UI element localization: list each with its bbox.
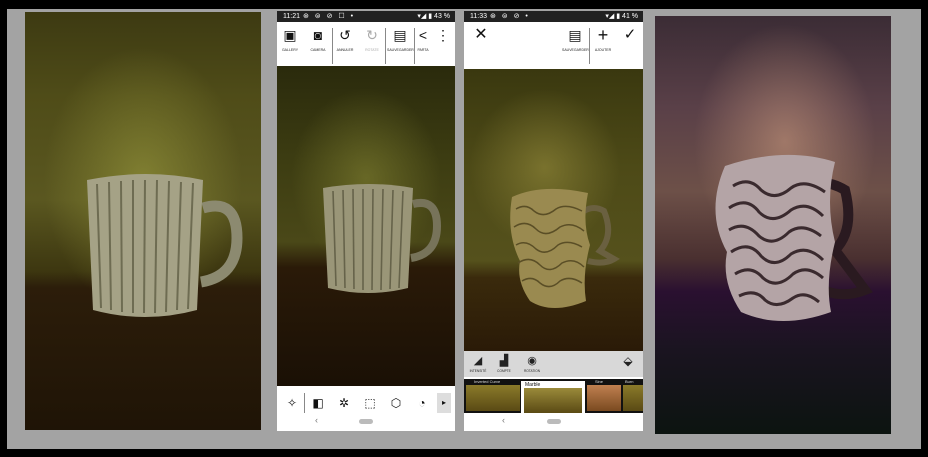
- scroll-right-button[interactable]: ▸: [437, 393, 451, 415]
- undo-icon: ↺: [339, 27, 351, 43]
- distorted-mug-image: [715, 154, 873, 321]
- back-icon[interactable]: ‹: [502, 415, 505, 425]
- status-bar: 11:33 ⊛ ⊜ ⊘ • ▾◢ ▮ 41 %: [464, 11, 643, 22]
- phone-effect-editor: 11:33 ⊛ ⊜ ⊘ • ▾◢ ▮ 41 % ✕ ▤ SAUVEGARDER +…: [464, 11, 643, 431]
- count-control[interactable]: ▟ COMPTE: [492, 353, 516, 373]
- camera-button[interactable]: ◙ CAMERA: [305, 22, 331, 66]
- phone-editor-main: 11:21 ⊛ ⊜ ⊘ ☐ • ▾◢ ▮ 43 % ▣ GALLERY ◙ CAME…: [277, 11, 455, 431]
- cube-icon: ⬡: [390, 396, 402, 410]
- battery-indicator: ▾◢ ▮ 41 %: [605, 13, 638, 20]
- check-icon: ✓: [623, 26, 637, 43]
- redo-icon: ↻: [366, 27, 378, 43]
- effect-thumb[interactable]: Inverted Curve: [466, 379, 520, 411]
- status-time: 11:33: [470, 13, 487, 20]
- status-bar: 11:21 ⊛ ⊜ ⊘ ☐ • ▾◢ ▮ 43 %: [277, 11, 455, 22]
- save-icon: ▤: [393, 27, 407, 43]
- top-toolbar: ▣ GALLERY ◙ CAMERA ↺ ANNULER ↻ ROTATE ▤ SAUVE…: [277, 22, 455, 66]
- status-icons: ⊛ ⊜ ⊘ ☐ •: [303, 13, 356, 20]
- gallery-button[interactable]: ▣ GALLERY: [277, 22, 303, 66]
- android-nav-bar: ‹: [277, 413, 455, 431]
- aperture-icon: ✲: [338, 396, 350, 410]
- mug-image: [87, 174, 243, 317]
- add-button[interactable]: + AJOUTER: [590, 22, 616, 66]
- intensity-icon: ◢: [473, 355, 483, 367]
- edited-photo: [277, 66, 455, 386]
- home-pill[interactable]: [546, 419, 561, 424]
- save-button[interactable]: ▤ SAUVEGARDER: [562, 22, 589, 66]
- camera-icon: ◙: [313, 27, 323, 43]
- toolbar-divider: [385, 28, 386, 64]
- apply-button[interactable]: ✓: [617, 22, 643, 66]
- save-button[interactable]: ▤ SAUVEGARDER: [387, 22, 414, 66]
- battery-indicator: ▾◢ ▮ 43 %: [417, 13, 450, 20]
- top-toolbar: ✕ ▤ SAUVEGARDER + AJOUTER ✓: [464, 22, 643, 66]
- back-icon[interactable]: ‹: [315, 415, 318, 425]
- status-time: 11:21: [283, 13, 300, 20]
- distorted-mug-image: [510, 188, 620, 308]
- mirror-icon: ◧: [312, 396, 324, 410]
- final-result-photo: [655, 16, 891, 434]
- plus-icon: +: [597, 25, 609, 45]
- effect-thumb-selected[interactable]: Marble: [521, 381, 585, 417]
- status-icons: ⊛ ⊜ ⊘ •: [490, 13, 530, 20]
- magic-wand-icon: ✧: [286, 396, 298, 410]
- effect-controls: ◢ INTENSITÉ ▟ COMPTE ◉ ROTATION ⬙: [464, 351, 643, 377]
- dice-icon: ⬙: [623, 354, 633, 368]
- original-photo: [25, 12, 261, 430]
- rotation-icon: ◉: [527, 355, 537, 367]
- close-icon: ✕: [474, 26, 488, 43]
- distortion-icon: ⬚: [364, 396, 376, 410]
- intensity-control[interactable]: ◢ INTENSITÉ: [466, 353, 490, 373]
- home-pill[interactable]: [359, 419, 373, 424]
- randomize-button[interactable]: ⬙: [616, 353, 640, 369]
- share-icon: <: [418, 27, 428, 43]
- rotation-control[interactable]: ◉ ROTATION: [520, 353, 544, 373]
- share-button[interactable]: < PARTA: [414, 22, 432, 66]
- undo-button[interactable]: ↺ ANNULER: [332, 22, 358, 66]
- effect-thumb[interactable]: Sine: [587, 379, 621, 411]
- chevron-right-icon: ▸: [441, 398, 446, 407]
- effect-preview: [464, 69, 643, 351]
- more-menu-button[interactable]: ⋮: [433, 22, 453, 66]
- count-icon: ▟: [499, 355, 509, 367]
- mug-image: [323, 184, 442, 293]
- save-icon: ▤: [568, 27, 582, 43]
- polar-icon: ◔: [418, 396, 426, 410]
- more-vertical-icon: ⋮: [436, 27, 450, 43]
- image-icon: ▣: [283, 27, 297, 43]
- android-nav-bar: ‹: [464, 413, 643, 431]
- effect-thumb[interactable]: Burn: [623, 379, 643, 411]
- close-button[interactable]: ✕: [468, 22, 494, 66]
- redo-button[interactable]: ↻ ROTATE: [359, 22, 385, 66]
